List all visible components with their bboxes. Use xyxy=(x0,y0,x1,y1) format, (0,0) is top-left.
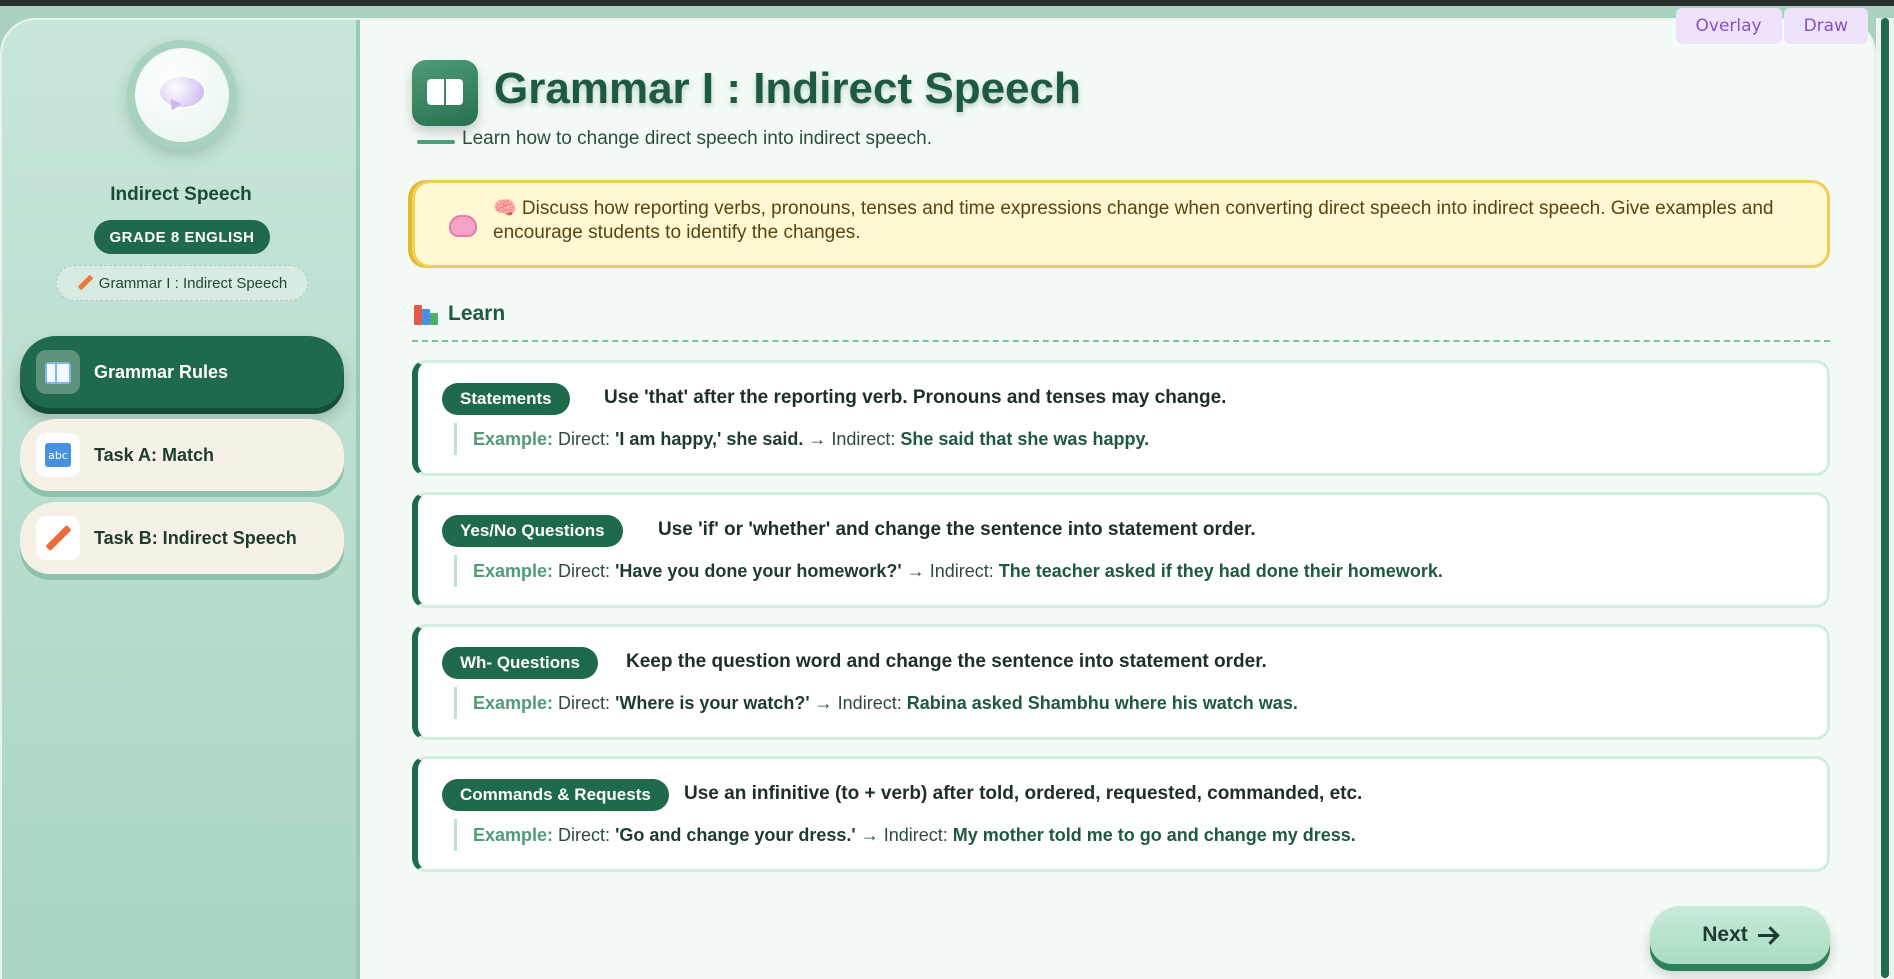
pencil-icon xyxy=(36,516,80,560)
sidebar-nav: Grammar Rules abc Task A: Match Task B: … xyxy=(20,336,344,585)
sidebar-item-task-b[interactable]: Task B: Indirect Speech xyxy=(20,502,344,574)
sidebar-item-label: Task B: Indirect Speech xyxy=(94,527,297,548)
example-label: Example: xyxy=(473,560,554,581)
scrollbar-thumb[interactable] xyxy=(1881,18,1889,978)
rule-card-wh-questions: Wh- Questions Keep the question word and… xyxy=(412,624,1830,740)
rule-example: Example: Direct: 'Have you done your hom… xyxy=(454,555,1443,587)
rule-badge: Commands & Requests xyxy=(442,779,669,811)
indirect-sentence: The teacher asked if they had done their… xyxy=(998,560,1443,581)
scrollbar[interactable] xyxy=(1876,18,1894,979)
sidebar-title: Indirect Speech xyxy=(110,184,252,205)
abc-icon: abc xyxy=(36,433,80,477)
arrow-right-icon xyxy=(1757,927,1778,943)
lesson-chip: Grammar I : Indirect Speech xyxy=(56,265,308,301)
sidebar-item-label: Grammar Rules xyxy=(94,361,229,382)
learn-heading: Learn xyxy=(414,302,505,326)
direct-label: Direct: xyxy=(558,692,611,713)
book-icon xyxy=(36,350,80,394)
sidebar-item-label: Task A: Match xyxy=(94,444,215,465)
draw-button[interactable]: Draw xyxy=(1783,8,1868,44)
direct-label: Direct: xyxy=(558,560,611,581)
direct-sentence: 'Have you done your homework?' xyxy=(615,560,902,581)
example-label: Example: xyxy=(473,428,554,449)
brain-icon xyxy=(449,215,477,237)
open-book-icon xyxy=(412,60,478,126)
rule-card-statements: Statements Use 'that' after the reportin… xyxy=(412,360,1830,476)
direct-sentence: 'Go and change your dress.' xyxy=(615,824,856,845)
books-icon xyxy=(414,303,438,325)
next-button[interactable]: Next xyxy=(1650,906,1830,964)
rule-list: Statements Use 'that' after the reportin… xyxy=(412,360,1830,888)
arrow: → xyxy=(860,824,879,845)
page-subtitle: Learn how to change direct speech into i… xyxy=(462,128,933,149)
grade-badge: GRADE 8 ENGLISH xyxy=(94,220,270,254)
rule-badge: Yes/No Questions xyxy=(442,515,623,547)
sidebar-item-task-a[interactable]: abc Task A: Match xyxy=(20,419,344,491)
rule-example: Example: Direct: 'Where is your watch?' … xyxy=(454,687,1298,719)
rule-card-yes-no-questions: Yes/No Questions Use 'if' or 'whether' a… xyxy=(412,492,1830,608)
sidebar-item-grammar-rules[interactable]: Grammar Rules xyxy=(20,336,344,408)
arrow: → xyxy=(906,560,925,581)
window-top-bar xyxy=(0,0,1894,6)
page-title: Grammar I : Indirect Speech xyxy=(494,64,1081,113)
next-button-label: Next xyxy=(1702,923,1748,946)
indirect-label: Indirect: xyxy=(929,560,994,581)
indirect-label: Indirect: xyxy=(837,692,902,713)
direct-label: Direct: xyxy=(558,428,611,449)
direct-sentence: 'Where is your watch?' xyxy=(615,692,810,713)
sidebar: Indirect Speech GRADE 8 ENGLISH Grammar … xyxy=(2,20,360,979)
direct-label: Direct: xyxy=(558,824,611,845)
rule-text: Use an infinitive (to + verb) after told… xyxy=(684,783,1363,804)
rule-badge: Wh- Questions xyxy=(442,647,598,679)
direct-sentence: 'I am happy,' she said. xyxy=(615,428,804,449)
pencil-icon xyxy=(77,275,93,291)
arrow: → xyxy=(808,428,827,449)
divider xyxy=(412,340,1830,342)
rule-example: Example: Direct: 'I am happy,' she said.… xyxy=(454,423,1149,455)
indirect-label: Indirect: xyxy=(831,428,896,449)
rule-text: Keep the question word and change the se… xyxy=(626,651,1267,672)
lesson-chip-label: Grammar I : Indirect Speech xyxy=(98,274,288,292)
teacher-note-text: 🧠 Discuss how reporting verbs, pronouns,… xyxy=(493,198,1774,243)
example-label: Example: xyxy=(473,824,554,845)
indirect-sentence: Rabina asked Shambhu where his watch was… xyxy=(906,692,1298,713)
rule-card-commands-requests: Commands & Requests Use an infinitive (t… xyxy=(412,756,1830,872)
indirect-sentence: She said that she was happy. xyxy=(900,428,1150,449)
subtitle-accent-line xyxy=(417,140,455,144)
rule-example: Example: Direct: 'Go and change your dre… xyxy=(454,819,1356,851)
rule-text: Use 'if' or 'whether' and change the sen… xyxy=(658,519,1256,540)
example-label: Example: xyxy=(473,692,554,713)
app-frame: Indirect Speech GRADE 8 ENGLISH Grammar … xyxy=(0,18,1876,979)
speech-bubble-icon xyxy=(160,77,204,114)
indirect-label: Indirect: xyxy=(883,824,948,845)
arrow: → xyxy=(814,692,833,713)
avatar xyxy=(127,40,237,150)
tool-buttons: Overlay Draw xyxy=(1675,8,1868,44)
rule-badge: Statements xyxy=(442,383,570,415)
overlay-button[interactable]: Overlay xyxy=(1675,8,1782,44)
indirect-sentence: My mother told me to go and change my dr… xyxy=(952,824,1356,845)
rule-text: Use 'that' after the reporting verb. Pro… xyxy=(604,387,1227,408)
learn-heading-label: Learn xyxy=(448,302,506,325)
teacher-note: 🧠 Discuss how reporting verbs, pronouns,… xyxy=(412,180,1830,268)
